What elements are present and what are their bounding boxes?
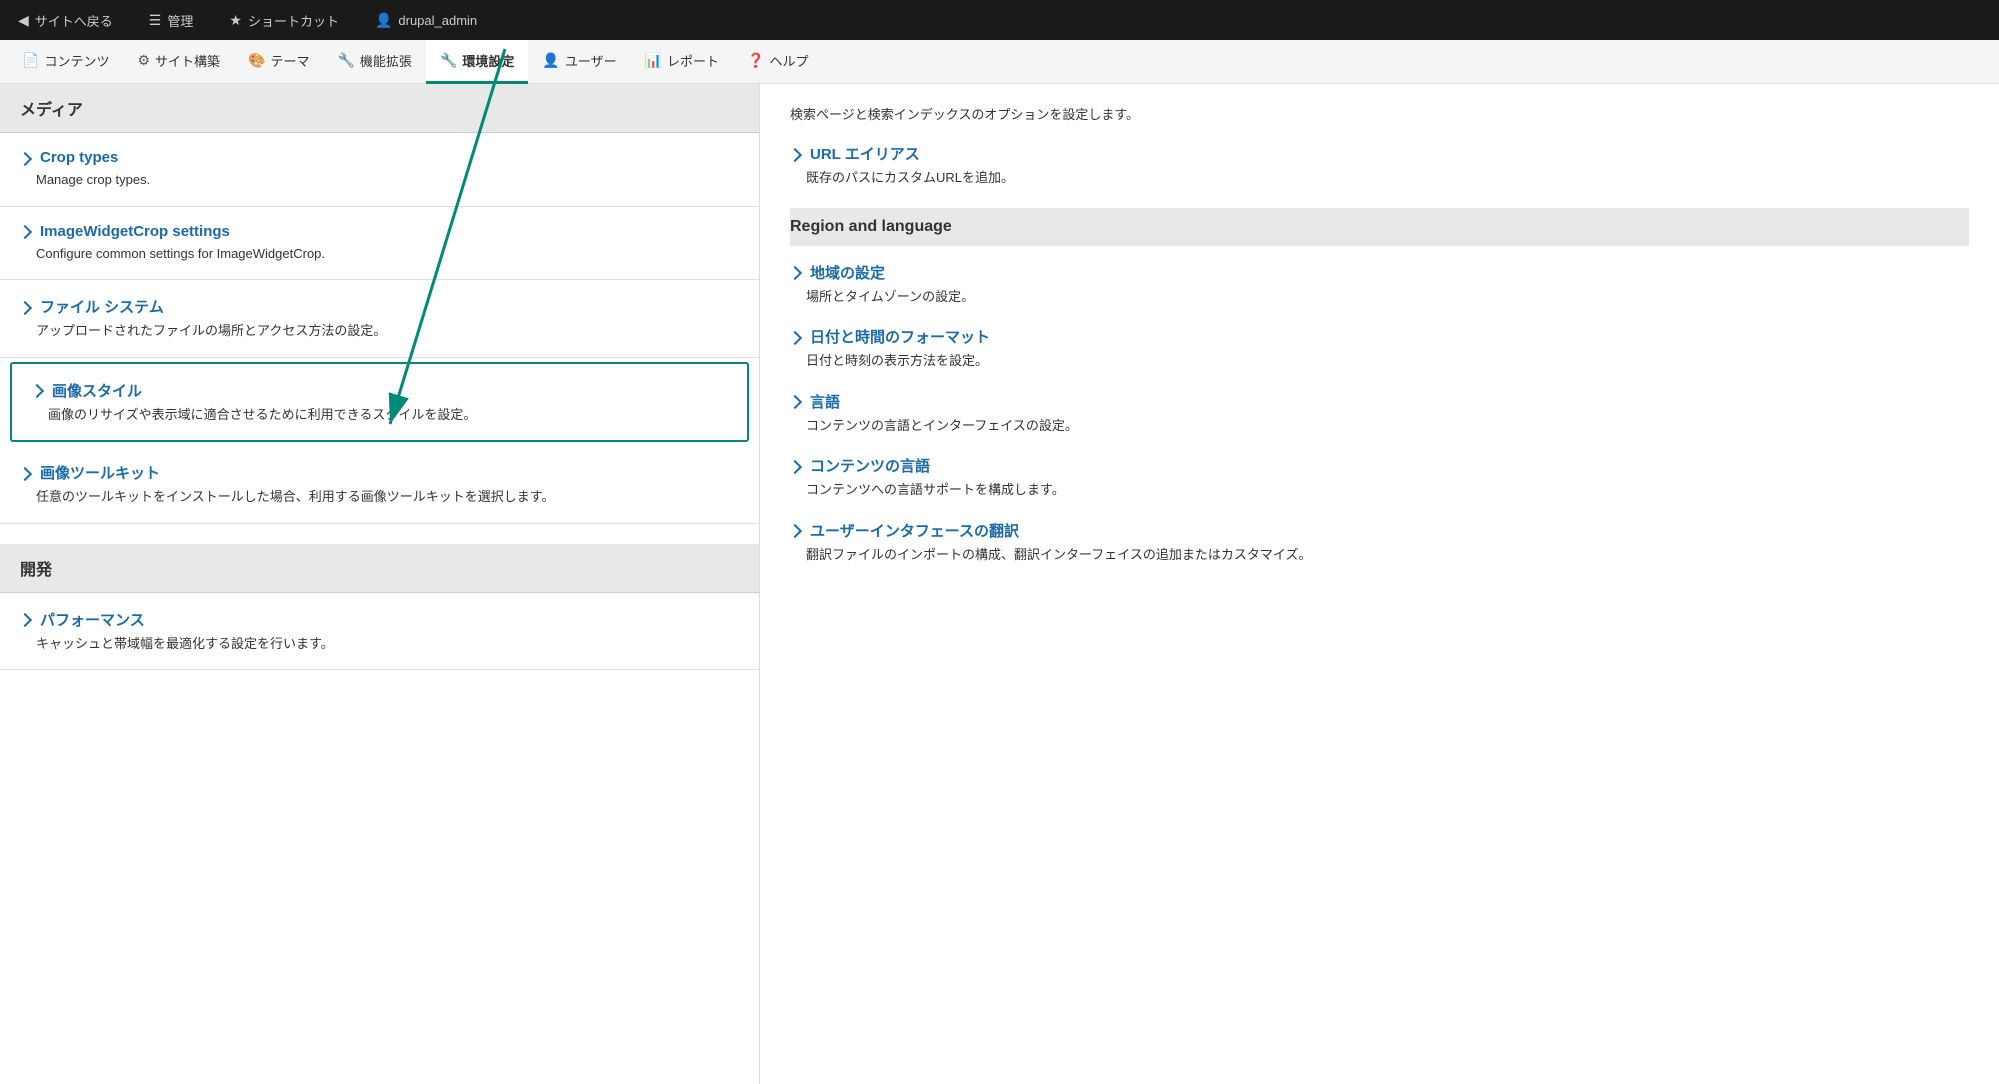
content-area: メディア Crop types Manage crop types. Image… <box>0 84 1999 1084</box>
file-system-item: ファイル システム アップロードされたファイルの場所とアクセス方法の設定。 <box>0 280 759 358</box>
content-language-link[interactable]: コンテンツの言語 <box>790 455 1969 476</box>
regional-settings-item: 地域の設定 場所とタイムゾーンの設定。 <box>790 262 1969 307</box>
file-system-desc: アップロードされたファイルの場所とアクセス方法の設定。 <box>20 321 739 341</box>
config-icon: 🔧 <box>440 52 457 69</box>
date-time-desc: 日付と時刻の表示方法を設定。 <box>790 351 1969 371</box>
content-language-item: コンテンツの言語 コンテンツへの言語サポートを構成します。 <box>790 455 1969 500</box>
image-styles-desc: 画像のリサイズや表示域に適合させるために利用できるスタイルを設定。 <box>32 405 727 425</box>
image-widget-crop-desc: Configure common settings for ImageWidge… <box>20 244 739 264</box>
chevron-icon-r4 <box>788 395 802 409</box>
dev-section-header: 開発 <box>0 544 759 593</box>
content-icon: 📄 <box>22 52 39 69</box>
chevron-icon-r5 <box>788 459 802 473</box>
language-desc: コンテンツの言語とインターフェイスの設定。 <box>790 416 1969 436</box>
user-icon: 👤 <box>375 12 392 29</box>
right-column: 検索ページと検索インデックスのオプションを設定します。 URL エイリアス 既存… <box>760 84 1999 1084</box>
url-alias-desc: 既存のパスにカスタムURLを追加。 <box>790 168 1969 188</box>
language-link[interactable]: 言語 <box>790 391 1969 412</box>
crop-types-desc: Manage crop types. <box>20 170 739 190</box>
chevron-icon-6 <box>18 613 32 627</box>
help-icon: ❓ <box>747 52 764 69</box>
image-widget-crop-link[interactable]: ImageWidgetCrop settings <box>20 223 739 240</box>
ui-translation-item: ユーザーインタフェースの翻訳 翻訳ファイルのインポートの構成、翻訳インターフェイ… <box>790 520 1969 565</box>
left-column: メディア Crop types Manage crop types. Image… <box>0 84 760 1084</box>
back-to-site[interactable]: ◀ サイトへ戻る <box>10 11 121 30</box>
report-icon: 📊 <box>645 52 662 69</box>
url-alias-link[interactable]: URL エイリアス <box>790 143 1969 164</box>
shortcuts-menu[interactable]: ★ ショートカット <box>221 11 347 30</box>
nav-content[interactable]: 📄 コンテンツ <box>8 40 123 84</box>
chevron-icon-r1 <box>788 147 802 161</box>
chevron-icon-r2 <box>788 266 802 280</box>
chevron-icon-4 <box>30 384 44 398</box>
ui-translation-desc: 翻訳ファイルのインポートの構成、翻訳インターフェイスの追加またはカスタマイズ。 <box>790 545 1969 565</box>
nav-extend[interactable]: 🔧 機能拡張 <box>323 40 425 84</box>
menu-icon: ☰ <box>149 12 162 29</box>
structure-icon: ⚙ <box>137 52 150 69</box>
chevron-icon <box>18 151 32 165</box>
back-icon: ◀ <box>18 12 29 29</box>
performance-item: パフォーマンス キャッシュと帯域幅を最適化する設定を行います。 <box>0 593 759 671</box>
nav-reports[interactable]: 📊 レポート <box>631 40 733 84</box>
manage-menu[interactable]: ☰ 管理 <box>141 11 202 30</box>
theme-icon: 🎨 <box>248 52 265 69</box>
performance-desc: キャッシュと帯域幅を最適化する設定を行います。 <box>20 634 739 654</box>
nav-site-structure[interactable]: ⚙ サイト構築 <box>123 40 234 84</box>
date-time-link[interactable]: 日付と時間のフォーマット <box>790 326 1969 347</box>
crop-types-link[interactable]: Crop types <box>20 149 739 166</box>
region-language-header: Region and language <box>790 208 1969 246</box>
image-toolkit-item: 画像ツールキット 任意のツールキットをインストールした場合、利用する画像ツールキ… <box>0 446 759 524</box>
image-toolkit-desc: 任意のツールキットをインストールした場合、利用する画像ツールキットを選択します。 <box>20 487 739 507</box>
chevron-icon-2 <box>18 225 32 239</box>
content-language-desc: コンテンツへの言語サポートを構成します。 <box>790 480 1969 500</box>
nav-theme[interactable]: 🎨 テーマ <box>234 40 323 84</box>
media-section-header: メディア <box>0 84 759 133</box>
extend-icon: 🔧 <box>337 52 354 69</box>
chevron-icon-5 <box>18 466 32 480</box>
chevron-icon-r6 <box>788 524 802 538</box>
language-item: 言語 コンテンツの言語とインターフェイスの設定。 <box>790 391 1969 436</box>
main-nav: 📄 コンテンツ ⚙ サイト構築 🎨 テーマ 🔧 機能拡張 🔧 環境設定 👤 ユー… <box>0 40 1999 84</box>
nav-help[interactable]: ❓ ヘルプ <box>733 40 822 84</box>
chevron-icon-3 <box>18 300 32 314</box>
nav-config[interactable]: 🔧 環境設定 <box>426 40 528 84</box>
file-system-link[interactable]: ファイル システム <box>20 296 739 317</box>
url-alias-item: URL エイリアス 既存のパスにカスタムURLを追加。 <box>790 143 1969 188</box>
right-top-description: 検索ページと検索インデックスのオプションを設定します。 <box>790 104 1969 123</box>
image-styles-link[interactable]: 画像スタイル <box>32 380 727 401</box>
regional-settings-desc: 場所とタイムゾーンの設定。 <box>790 287 1969 307</box>
people-icon: 👤 <box>542 52 559 69</box>
performance-link[interactable]: パフォーマンス <box>20 609 739 630</box>
nav-user[interactable]: 👤 ユーザー <box>528 40 630 84</box>
star-icon: ★ <box>229 12 242 29</box>
ui-translation-link[interactable]: ユーザーインタフェースの翻訳 <box>790 520 1969 541</box>
chevron-icon-r3 <box>788 330 802 344</box>
image-toolkit-link[interactable]: 画像ツールキット <box>20 462 739 483</box>
date-time-item: 日付と時間のフォーマット 日付と時刻の表示方法を設定。 <box>790 326 1969 371</box>
regional-settings-link[interactable]: 地域の設定 <box>790 262 1969 283</box>
crop-types-item: Crop types Manage crop types. <box>0 133 759 207</box>
image-widget-crop-item: ImageWidgetCrop settings Configure commo… <box>0 207 759 281</box>
user-menu[interactable]: 👤 drupal_admin <box>367 12 485 29</box>
admin-bar: ◀ サイトへ戻る ☰ 管理 ★ ショートカット 👤 drupal_admin <box>0 0 1999 40</box>
image-styles-item: 画像スタイル 画像のリサイズや表示域に適合させるために利用できるスタイルを設定。 <box>10 362 749 443</box>
